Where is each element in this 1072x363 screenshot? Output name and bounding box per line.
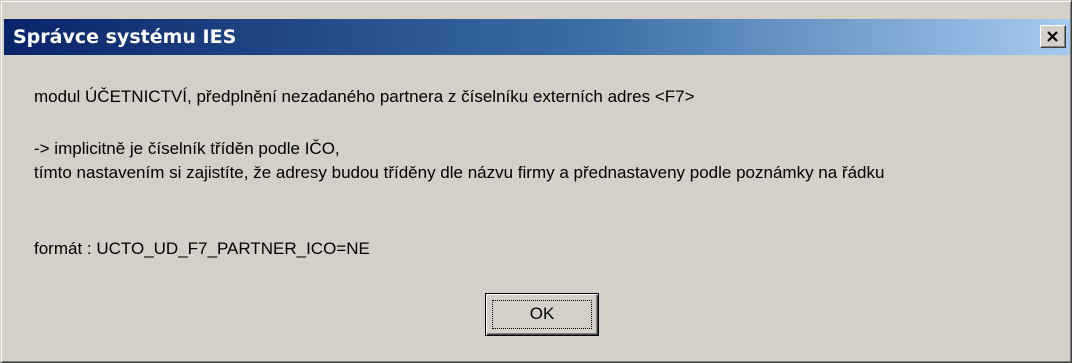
message-line-module: modul ÚČETNICTVÍ, předplnění nezadaného … <box>34 87 695 106</box>
close-button[interactable] <box>1040 25 1066 48</box>
ok-button-label: OK <box>529 304 555 323</box>
ok-button[interactable]: OK <box>485 293 599 336</box>
message-line-format: formát : UCTO_UD_F7_PARTNER_ICO=NE <box>34 239 370 258</box>
window-title: Správce systému IES <box>13 26 237 48</box>
title-bar[interactable]: Správce systému IES <box>4 19 1070 55</box>
close-icon <box>1047 31 1058 42</box>
message-line-explanation: tímto nastavením si zajistíte, že adresy… <box>34 163 885 182</box>
message-line-default: -> implicitně je číselník tříděn podle I… <box>34 139 340 158</box>
message-dialog: Správce systému IES modul ÚČETNICTVÍ, př… <box>0 0 1072 363</box>
